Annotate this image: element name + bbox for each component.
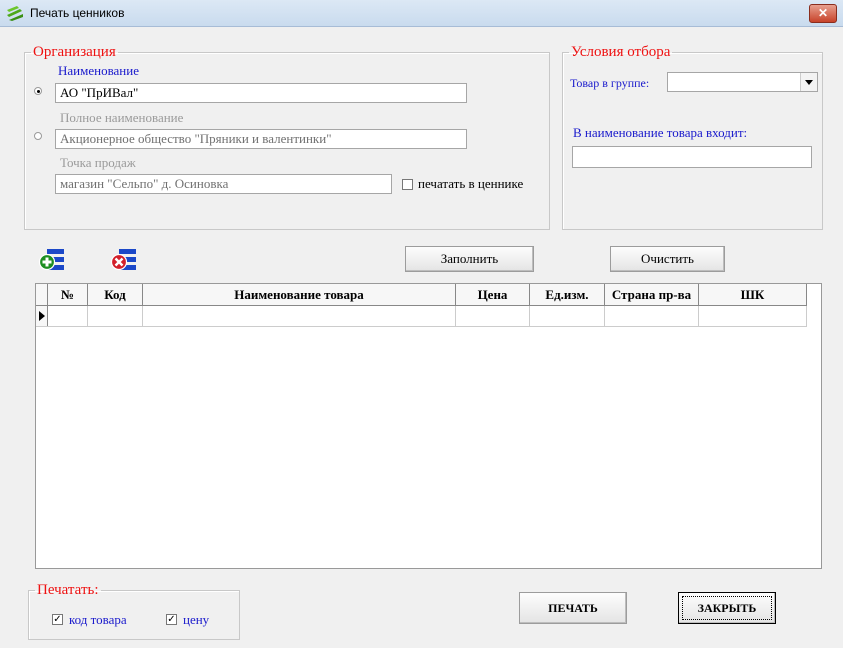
radio-name[interactable] [34, 87, 42, 95]
app-logo-icon [7, 6, 23, 21]
window-close-button[interactable]: ✕ [809, 4, 837, 23]
products-table[interactable]: № Код Наименование товара Цена Ед.изм. С… [35, 283, 822, 569]
chevron-down-icon[interactable] [800, 73, 817, 91]
print-options-group: Печатать: [28, 582, 240, 640]
print-price-checkbox[interactable]: ✓ [166, 614, 177, 625]
table-row[interactable] [36, 306, 807, 327]
full-name-field[interactable]: Акционерное общество "Пряники и валентин… [55, 129, 467, 149]
header-indicator [36, 284, 48, 305]
table-cell[interactable] [699, 306, 807, 326]
table-cell[interactable] [88, 306, 143, 326]
table-header: № Код Наименование товара Цена Ед.изм. С… [36, 284, 807, 306]
title-bar: Печать ценников ✕ [0, 0, 843, 27]
close-button[interactable]: ЗАКРЫТЬ [678, 592, 776, 624]
radio-full-name[interactable] [34, 132, 42, 140]
print-in-tag-checkbox[interactable] [402, 179, 413, 190]
focus-rectangle [682, 596, 772, 620]
column-header[interactable]: Цена [456, 284, 530, 305]
product-group-select[interactable] [667, 72, 818, 92]
print-in-tag-label: печатать в ценнике [418, 176, 524, 191]
point-of-sale-field[interactable]: магазин "Сельпо" д. Осиновка [55, 174, 392, 194]
print-price-label: цену [183, 612, 210, 627]
add-row-button[interactable] [38, 246, 66, 274]
column-header[interactable]: ШК [699, 284, 807, 305]
add-list-icon [38, 249, 64, 271]
name-contains-label: В наименование товара входит: [573, 125, 748, 140]
fill-button[interactable]: Заполнить [405, 246, 534, 272]
full-name-label: Полное наименование [60, 110, 184, 125]
column-header[interactable]: № [48, 284, 88, 305]
table-cell[interactable] [48, 306, 88, 326]
organization-legend: Организация [33, 44, 116, 60]
filter-legend: Условия отбора [571, 44, 671, 60]
table-cell[interactable] [456, 306, 530, 326]
remove-list-icon [110, 249, 136, 271]
name-contains-field[interactable] [572, 146, 812, 168]
column-header[interactable]: Страна пр-ва [605, 284, 699, 305]
clear-button[interactable]: Очистить [610, 246, 725, 272]
print-code-checkbox[interactable]: ✓ [52, 614, 63, 625]
table-cell[interactable] [530, 306, 605, 326]
point-of-sale-label: Точка продаж [60, 155, 136, 170]
column-header[interactable]: Ед.изм. [530, 284, 605, 305]
name-field[interactable]: АО "ПрИВал" [55, 83, 467, 103]
current-row-indicator-icon [36, 306, 48, 326]
window-title: Печать ценников [30, 6, 125, 20]
remove-row-button[interactable] [110, 246, 138, 274]
name-label: Наименование [58, 63, 139, 78]
print-button[interactable]: ПЕЧАТЬ [519, 592, 627, 624]
table-cell[interactable] [605, 306, 699, 326]
column-header[interactable]: Наименование товара [143, 284, 456, 305]
column-header[interactable]: Код [88, 284, 143, 305]
print-code-label: код товара [69, 612, 127, 627]
table-cell[interactable] [143, 306, 456, 326]
print-options-legend: Печатать: [37, 582, 99, 598]
product-group-label: Товар в группе: [570, 76, 650, 90]
